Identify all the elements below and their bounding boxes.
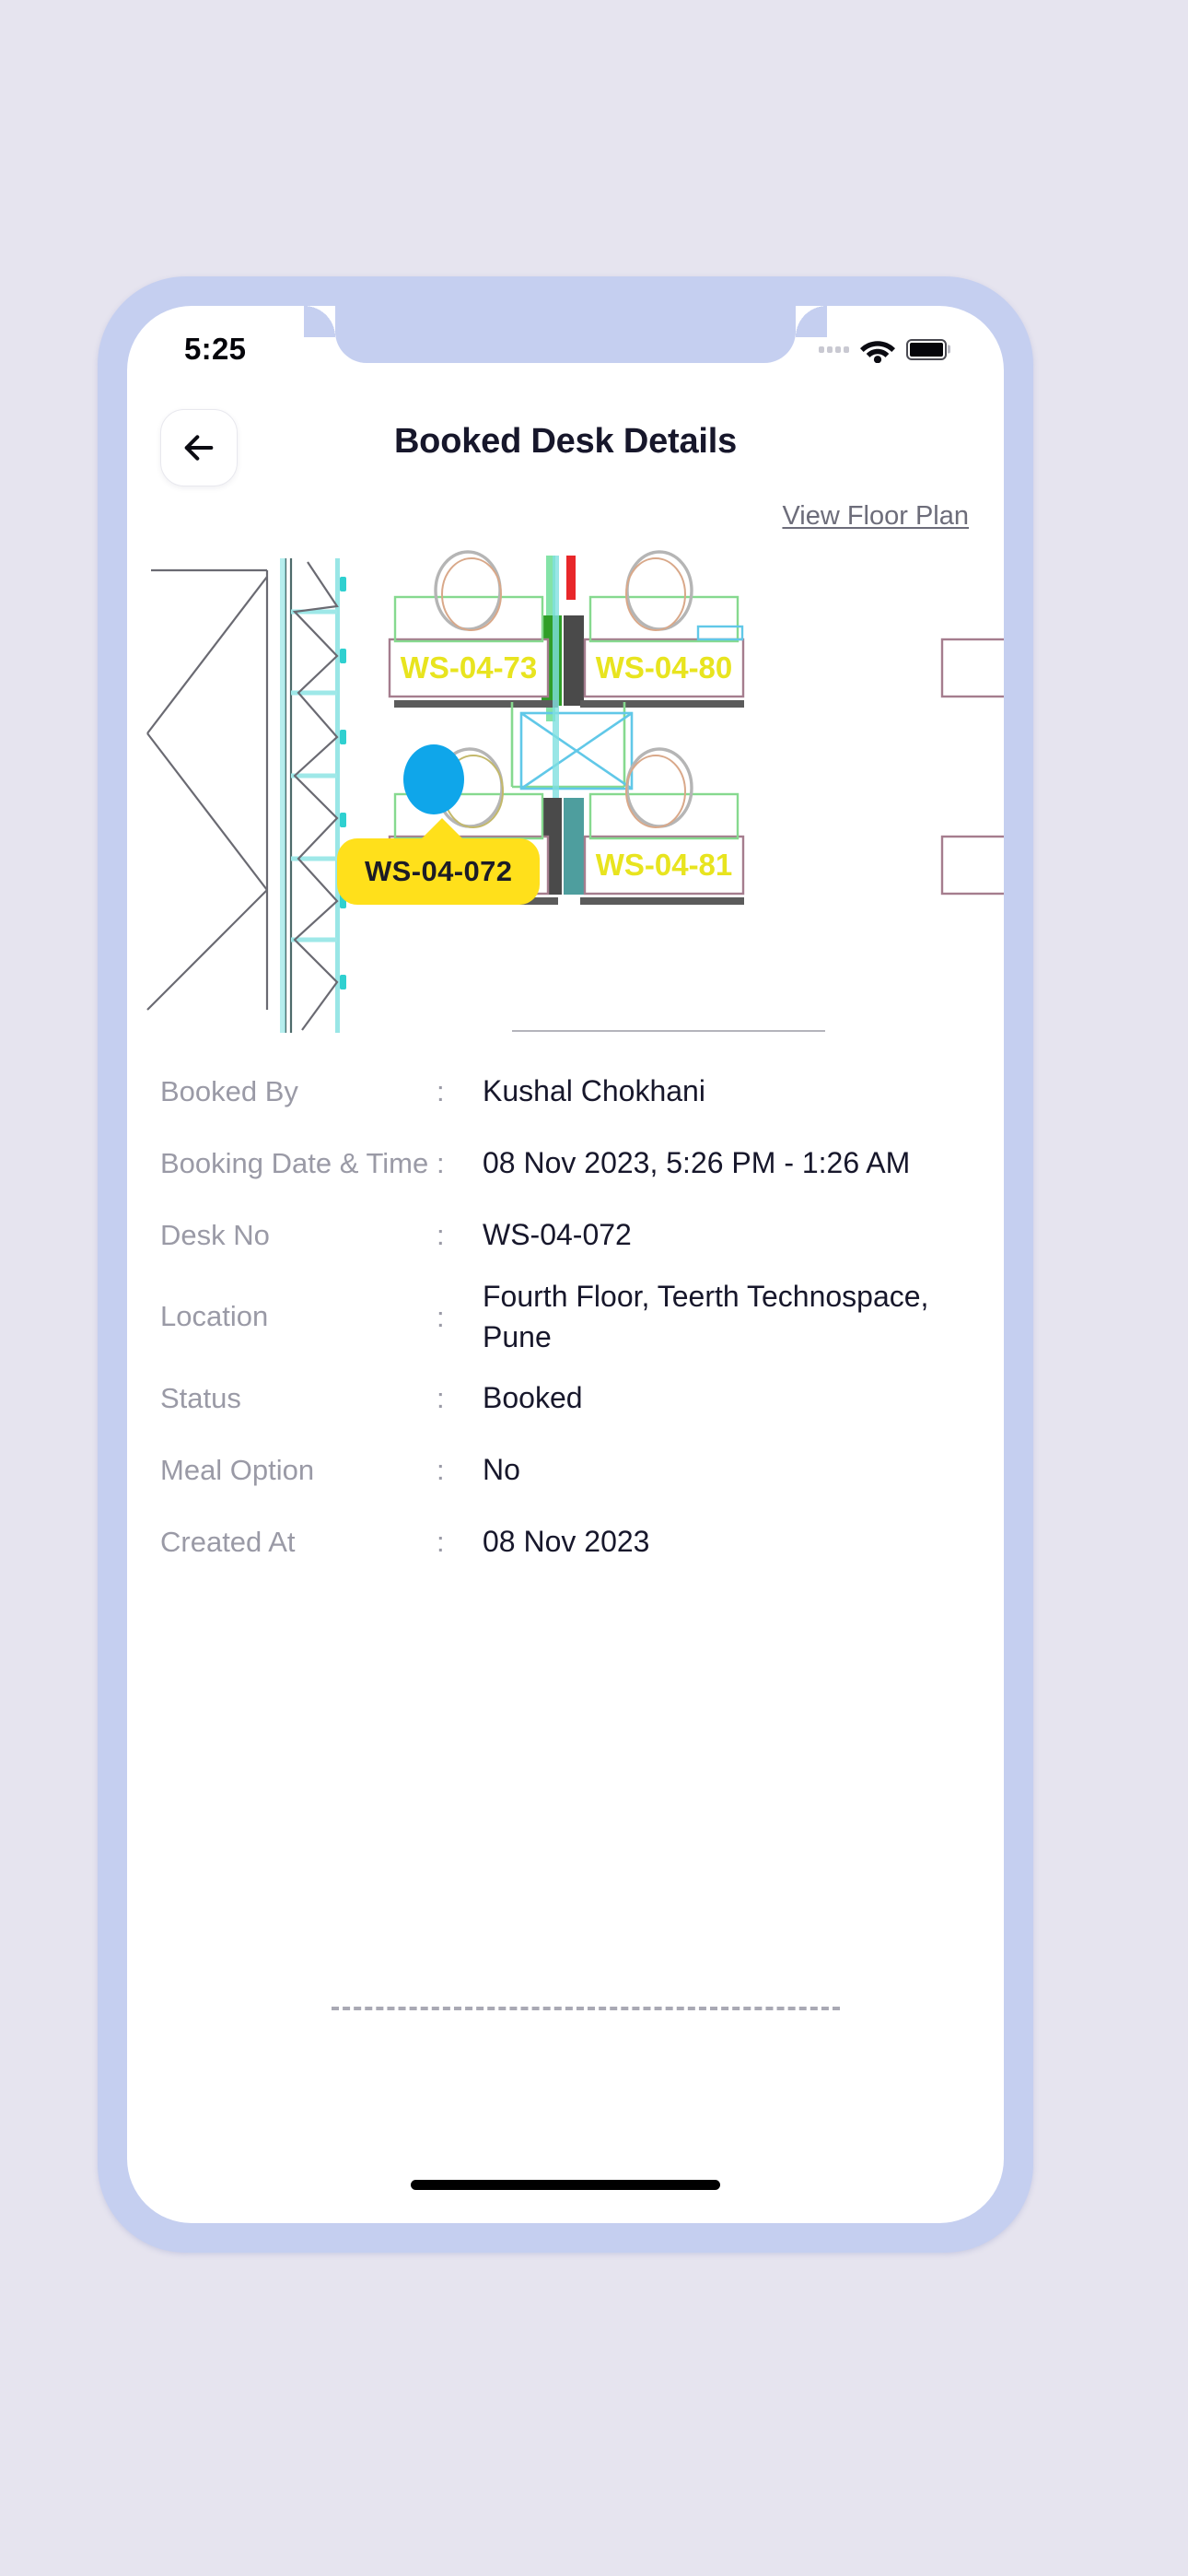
detail-row-desk-no: Desk No : WS-04-072: [160, 1200, 971, 1271]
detail-colon: :: [437, 1382, 445, 1415]
device-notch: [335, 306, 796, 363]
detail-row-status: Status : Booked: [160, 1363, 971, 1434]
view-floor-plan-link[interactable]: View Floor Plan: [782, 501, 969, 532]
detail-colon: :: [437, 1526, 445, 1559]
detail-label: Meal Option: [160, 1453, 315, 1486]
phone-screen: 5:25 Booked Desk Details View Floor Plan…: [127, 306, 1004, 2223]
desk-location-pin-icon: [403, 744, 464, 814]
detail-value: 08 Nov 2023, 5:26 PM - 1:26 AM: [483, 1146, 911, 1180]
notch-corner-left: [304, 306, 335, 337]
detail-row-booked-by: Booked By : Kushal Chokhani: [160, 1056, 971, 1128]
section-divider: [332, 2007, 840, 2010]
detail-label: Booked By: [160, 1074, 298, 1107]
detail-label: Created At: [160, 1525, 296, 1558]
booking-details-list: Booked By : Kushal Chokhani Booking Date…: [127, 1056, 1004, 1578]
signal-dots-icon: [819, 345, 849, 353]
status-bar-time: 5:25: [184, 332, 247, 366]
svg-text:WS-04-81: WS-04-81: [596, 848, 733, 882]
detail-colon: :: [437, 1147, 445, 1179]
detail-colon: :: [437, 1454, 445, 1487]
detail-value: No: [483, 1453, 520, 1487]
detail-label: Location: [160, 1300, 269, 1333]
detail-row-created-at: Created At : 08 Nov 2023: [160, 1506, 971, 1578]
desk-tooltip-label: WS-04-072: [337, 818, 541, 905]
svg-text:WS-04-73: WS-04-73: [401, 650, 538, 685]
page-title: Booked Desk Details: [393, 422, 738, 461]
detail-value: Fourth Floor, Teerth Technospace, Pune: [483, 1280, 929, 1353]
detail-row-booking-date-time: Booking Date & Time : 08 Nov 2023, 5:26 …: [160, 1128, 971, 1200]
wifi-icon: [860, 340, 895, 363]
status-badge: Booked: [483, 1381, 583, 1415]
floor-plan-drawing: WS-04-73 WS-04-80 WS-04-81: [127, 549, 1004, 1037]
detail-colon: :: [437, 1300, 445, 1333]
phone-frame: 5:25 Booked Desk Details View Floor Plan…: [98, 276, 1033, 2253]
detail-label: Booking Date & Time: [160, 1146, 429, 1179]
detail-label: Desk No: [160, 1218, 270, 1251]
home-indicator[interactable]: [411, 2180, 720, 2190]
floor-plan-baseline-divider: [512, 1030, 825, 1032]
status-bar-indicators: [819, 336, 947, 363]
detail-value: WS-04-072: [483, 1218, 632, 1252]
detail-value: Kushal Chokhani: [483, 1074, 705, 1108]
notch-corner-right: [796, 306, 827, 337]
detail-label: Status: [160, 1381, 241, 1414]
detail-colon: :: [437, 1219, 445, 1251]
detail-colon: :: [437, 1075, 445, 1107]
detail-row-meal-option: Meal Option : No: [160, 1434, 971, 1506]
battery-full-icon: [906, 338, 947, 360]
detail-value: 08 Nov 2023: [483, 1525, 650, 1559]
svg-text:WS-04-80: WS-04-80: [596, 650, 733, 685]
detail-row-location: Location : Fourth Floor, Teerth Technosp…: [160, 1271, 971, 1363]
floor-plan-image[interactable]: WS-04-73 WS-04-80 WS-04-81 WS-04-072: [127, 549, 1004, 1037]
app-header: Booked Desk Details: [127, 409, 1004, 501]
